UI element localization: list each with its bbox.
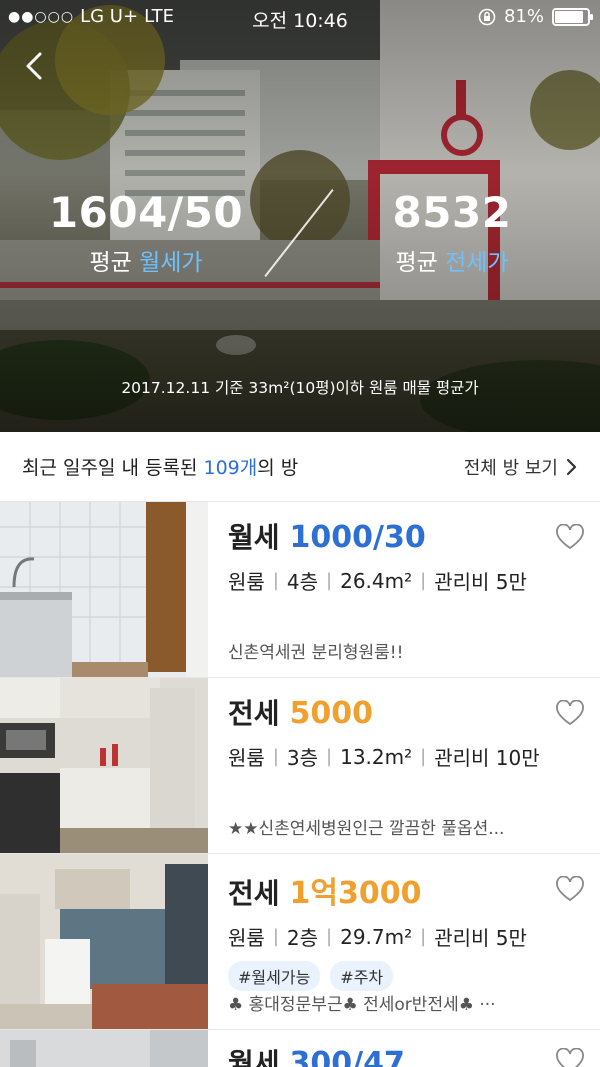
area: 13.2m² [340, 744, 413, 769]
hero-banner: ●●○○○ LG U+ LTE 오전 10:46 81% 1604/50 평균 … [0, 0, 600, 432]
area: 26.4m² [340, 568, 413, 593]
maintenance-fee: 관리비 10만 [434, 746, 540, 770]
deal-amount: 300/47 [289, 1046, 405, 1067]
maintenance-fee: 관리비 5만 [434, 926, 527, 950]
monthly-average: 1604/50 평균 월세가 [16, 188, 276, 277]
listing-item[interactable]: 월세 1000/30 원룸 | 4층 | 26.4m² | 관리비 5만 신촌역세권 … [0, 502, 600, 678]
tag-chip[interactable]: #월세가능 [228, 961, 321, 991]
deal-type: 월세 [228, 521, 280, 554]
listing-info: 전세 1억3000 원룸 | 2층 | 29.7m² | 관리비 5만 #월세가능 #… [228, 868, 588, 991]
floor: 2층 [286, 926, 319, 950]
listing-item[interactable]: 전세 1억3000 원룸 | 2층 | 29.7m² | 관리비 5만 #월세가능 #… [0, 854, 600, 1030]
listing-item[interactable]: 월세 300/47 [0, 1030, 600, 1067]
listing-specs: 원룸 | 3층 | 13.2m² | 관리비 10만 [228, 742, 588, 771]
monthly-average-value: 1604/50 [48, 188, 244, 237]
jeonse-average-value: 8532 [392, 188, 512, 237]
floor: 4층 [286, 570, 319, 594]
listing-photo [0, 1030, 208, 1067]
listing-price: 전세 5000 [228, 692, 588, 732]
status-bar: ●●○○○ LG U+ LTE 오전 10:46 81% [0, 0, 600, 34]
listing-price: 전세 1억3000 [228, 868, 588, 912]
listing-price: 월세 1000/30 [228, 516, 588, 556]
heart-icon[interactable] [556, 876, 584, 902]
recent-header: 최근 일주일 내 등록된 109개의 방 전체 방 보기 [0, 432, 600, 502]
heart-icon[interactable] [556, 524, 584, 550]
listing-item[interactable]: 전세 5000 원룸 | 3층 | 13.2m² | 관리비 10만 ★★신촌연세병원… [0, 678, 600, 854]
maintenance-fee: 관리비 5만 [434, 570, 527, 594]
listing-info: 전세 5000 원룸 | 3층 | 13.2m² | 관리비 10만 [228, 692, 588, 771]
battery-percent: 81% [503, 6, 544, 27]
listing-info: 월세 1000/30 원룸 | 4층 | 26.4m² | 관리비 5만 [228, 516, 588, 595]
chevron-left-icon [26, 52, 42, 80]
listing-specs: 원룸 | 2층 | 29.7m² | 관리비 5만 [228, 922, 588, 951]
listing-info: 월세 300/47 [228, 1042, 588, 1067]
deal-type: 전세 [228, 877, 280, 910]
average-basis-note: 2017.12.11 기준 33m²(10평)이하 원룸 매물 평균가 [121, 379, 479, 397]
listing-description: ★★신촌연세병원인근 깔끔한 풀옵션... [228, 819, 505, 839]
room-type: 원룸 [228, 570, 265, 594]
heart-icon[interactable] [556, 1048, 584, 1067]
listing-description: 신촌역세권 분리형원룸!! [228, 643, 404, 663]
recent-title: 최근 일주일 내 등록된 109개의 방 [22, 457, 299, 479]
chevron-right-icon [566, 458, 577, 475]
listing-price: 월세 300/47 [228, 1042, 588, 1067]
room-type: 원룸 [228, 746, 265, 770]
recent-count: 109개 [203, 457, 258, 479]
deal-type: 월세 [228, 1047, 280, 1067]
view-all-label: 전체 방 보기 [463, 457, 558, 479]
deal-amount: 5000 [289, 696, 374, 731]
listing-tags: #월세가능 #주차 [228, 961, 588, 991]
tag-chip[interactable]: #주차 [330, 961, 394, 991]
back-button[interactable] [20, 46, 54, 86]
deal-type: 전세 [228, 697, 280, 730]
battery-icon [552, 7, 593, 26]
heart-icon[interactable] [556, 700, 584, 726]
jeonse-average: 8532 평균 전세가 [322, 188, 582, 277]
listing-photo [0, 678, 208, 853]
deal-amount: 1억3000 [289, 876, 422, 911]
room-type: 원룸 [228, 926, 265, 950]
listing-specs: 원룸 | 4층 | 26.4m² | 관리비 5만 [228, 566, 588, 595]
orientation-lock-icon [478, 8, 496, 25]
listing-photo [0, 854, 208, 1029]
view-all-button[interactable]: 전체 방 보기 [464, 454, 578, 480]
listing-photo [0, 502, 208, 677]
floor: 3층 [286, 746, 319, 770]
listing-description: ♣ 홍대정문부근♣ 전세or반전세♣ ··· [228, 995, 496, 1015]
area: 29.7m² [340, 924, 413, 949]
monthly-average-label: 평균 월세가 [89, 250, 203, 276]
jeonse-average-label: 평균 전세가 [395, 250, 509, 276]
deal-amount: 1000/30 [289, 520, 426, 555]
